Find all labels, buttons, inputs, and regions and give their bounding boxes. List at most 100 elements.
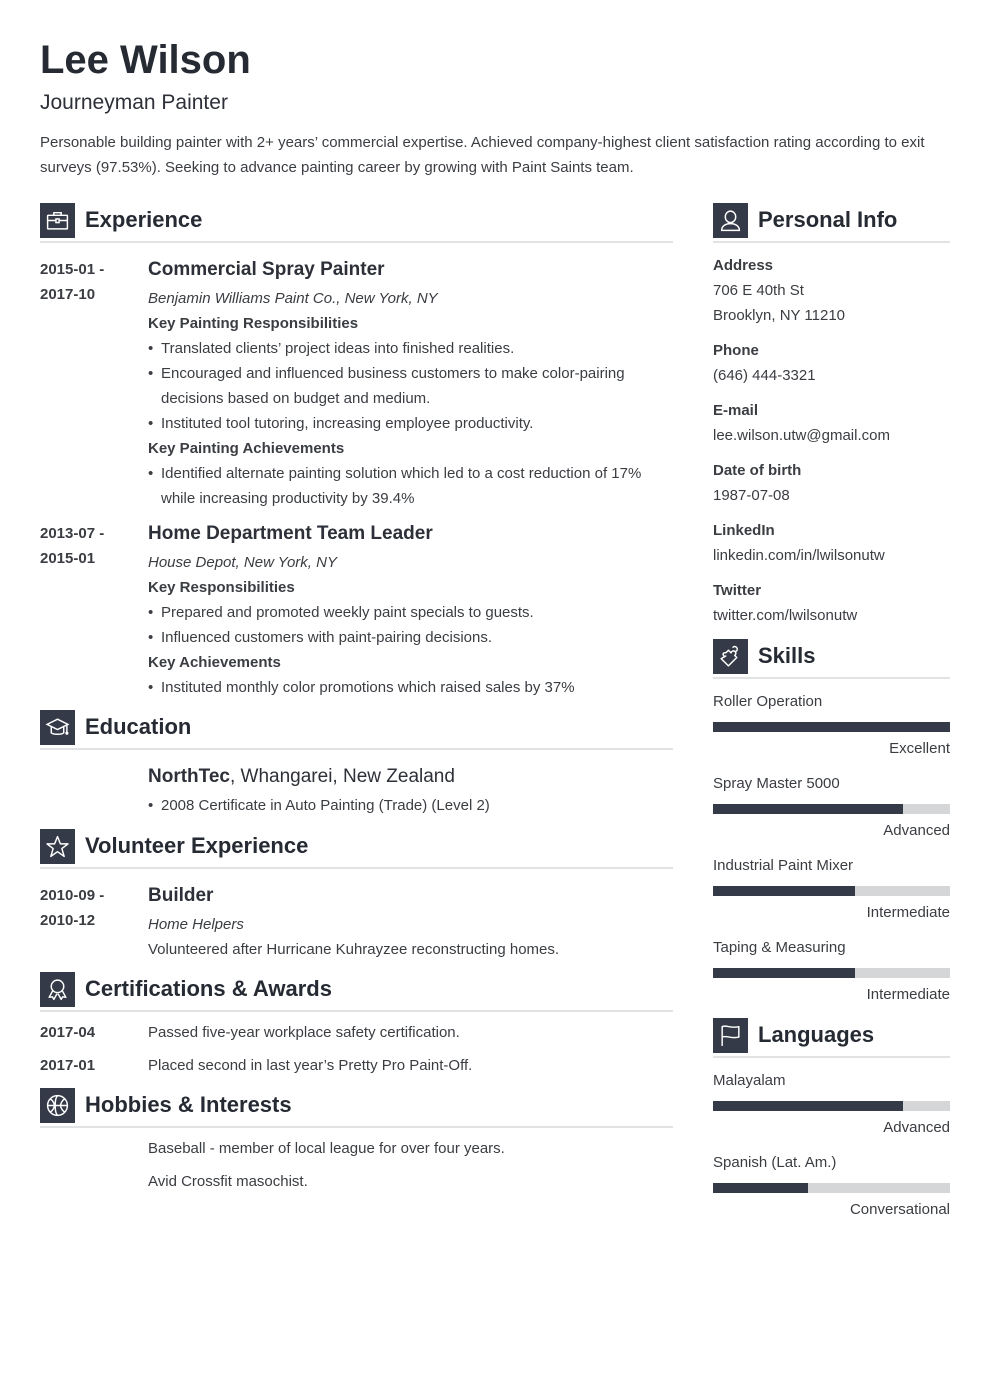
right-column: Personal Info Address 706 E 40th St Broo… [713, 202, 950, 1222]
language-item: Malayalam Advanced [713, 1068, 950, 1140]
section-title: Experience [85, 207, 203, 232]
company: Benjamin Williams Paint Co., New York, N… [148, 290, 438, 307]
skill-name: Roller Operation [713, 693, 823, 710]
certification-date: 2017-01 [40, 1057, 96, 1074]
job-title: Commercial Spray Painter [148, 259, 385, 280]
skills-list: Roller Operation Excellent Spray Master … [713, 689, 950, 1007]
achievements-list: Instituted monthly color promotions whic… [148, 675, 673, 700]
skill-level: Intermediate [866, 904, 950, 921]
section-header: Personal Info [713, 202, 950, 243]
skill-item: Taping & Measuring Intermediate [713, 935, 950, 1007]
experience-section: Experience 2015-01 - 2017-10 Commercial … [40, 202, 673, 700]
certifications-section: Certifications & Awards 2017-04 Passed f… [40, 971, 673, 1078]
section-header: Languages [713, 1017, 950, 1058]
language-bar [713, 1101, 950, 1111]
hobbies-section: Hobbies & Interests Baseball - member of… [40, 1087, 673, 1194]
section-title: Skills [758, 643, 816, 668]
section-header: Skills [713, 638, 950, 679]
dob-label: Date of birth [713, 462, 802, 479]
hobby-item: Baseball - member of local league for ov… [148, 1140, 505, 1157]
dob-value: 1987-07-08 [713, 487, 790, 504]
left-column: Experience 2015-01 - 2017-10 Commercial … [40, 202, 673, 1194]
skill-bar [713, 968, 950, 978]
volunteer-title: Builder [148, 885, 214, 906]
skill-bar-fill [713, 722, 950, 732]
section-header: Certifications & Awards [40, 971, 673, 1012]
award-ribbon-icon [40, 971, 75, 1007]
date-start: 2013-07 - [40, 525, 105, 542]
date-end: 2010-12 [40, 912, 96, 929]
hobby-item: Avid Crossfit masochist. [148, 1173, 308, 1190]
section-title: Volunteer Experience [85, 833, 309, 858]
personal-info-section: Personal Info Address 706 E 40th St Broo… [713, 202, 950, 628]
volunteer-section: Volunteer Experience 2010-09 - 2010-12 B… [40, 828, 673, 962]
job-title: Home Department Team Leader [148, 523, 433, 544]
graduation-cap-icon [40, 709, 75, 745]
language-name: Spanish (Lat. Am.) [713, 1154, 837, 1171]
skill-bar-fill [713, 804, 903, 814]
list-item: Identified alternate painting solution w… [148, 461, 673, 511]
skill-level: Excellent [889, 740, 950, 757]
list-item: Influenced customers with paint-pairing … [148, 625, 673, 650]
school-line: NorthTec, Whangarei, New Zealand [148, 764, 673, 790]
responsibilities-list: Translated clients’ project ideas into f… [148, 336, 673, 436]
linkedin-link[interactable]: linkedin.com/in/lwilsonutw [713, 543, 950, 568]
section-header: Education [40, 709, 673, 750]
list-item: Instituted monthly color promotions whic… [148, 675, 673, 700]
skill-name: Industrial Paint Mixer [713, 857, 854, 874]
school-name: NorthTec [148, 766, 230, 787]
phone-value[interactable]: (646) 444-3321 [713, 363, 950, 388]
language-level: Advanced [883, 1119, 950, 1136]
list-item: Translated clients’ project ideas into f… [148, 336, 673, 361]
subheading: Key Achievements [148, 654, 281, 671]
list-item: Instituted tool tutoring, increasing emp… [148, 411, 673, 436]
certification-text: Placed second in last year’s Pretty Pro … [148, 1057, 473, 1074]
date-start: 2010-09 - [40, 887, 105, 904]
skills-section: Skills Roller Operation Excellent Spray … [713, 638, 950, 1007]
language-level: Conversational [849, 1201, 950, 1218]
candidate-name: Lee Wilson [40, 38, 251, 82]
volunteer-org: Home Helpers [148, 916, 244, 933]
skill-level: Intermediate [866, 986, 950, 1003]
volunteer-description: Volunteered after Hurricane Kuhrayzee re… [148, 941, 560, 958]
certification-text: Passed five-year workplace safety certif… [148, 1024, 460, 1041]
language-item: Spanish (Lat. Am.) Conversational [713, 1150, 950, 1222]
date-end: 2017-10 [40, 286, 96, 303]
date-start: 2015-01 - [40, 261, 105, 278]
twitter-link[interactable]: twitter.com/lwilsonutw [713, 603, 950, 628]
briefcase-icon [40, 202, 75, 238]
job-title: Journeyman Painter [40, 91, 228, 114]
certification-item: 2017-01 Placed second in last year’s Pre… [40, 1053, 673, 1078]
email-label: E-mail [713, 402, 759, 419]
flag-icon [713, 1017, 748, 1053]
language-name: Malayalam [713, 1072, 786, 1089]
section-header: Experience [40, 202, 673, 243]
education-list: 2008 Certificate in Auto Painting (Trade… [148, 793, 673, 818]
puzzle-piece-icon [713, 638, 748, 674]
volunteer-entry: 2010-09 - 2010-12 Builder Home Helpers V… [40, 883, 673, 962]
section-header: Volunteer Experience [40, 828, 673, 869]
list-item: Prepared and promoted weekly paint speci… [148, 600, 673, 625]
language-bar [713, 1183, 950, 1193]
subheading: Key Painting Responsibilities [148, 315, 359, 332]
skill-bar [713, 722, 950, 732]
job-entry: 2015-01 - 2017-10 Commercial Spray Paint… [40, 257, 673, 511]
certification-date: 2017-04 [40, 1024, 96, 1041]
subheading: Key Responsibilities [148, 579, 295, 596]
email-value[interactable]: lee.wilson.utw@gmail.com [713, 423, 950, 448]
date-end: 2015-01 [40, 550, 96, 567]
section-title: Languages [758, 1022, 875, 1047]
skill-bar-fill [713, 968, 856, 978]
list-item: Encouraged and influenced business custo… [148, 361, 673, 411]
person-icon [713, 202, 748, 238]
skill-item: Spray Master 5000 Advanced [713, 771, 950, 843]
languages-section: Languages Malayalam Advanced Spanish (La… [713, 1017, 950, 1222]
address-line-1: 706 E 40th St [713, 282, 804, 299]
job-dates: 2015-01 - 2017-10 [40, 257, 148, 511]
achievements-list: Identified alternate painting solution w… [148, 461, 673, 511]
language-bar-fill [713, 1101, 903, 1111]
skill-bar-fill [713, 886, 856, 896]
skill-name: Taping & Measuring [713, 939, 846, 956]
resume-page: Lee Wilson Journeyman Painter Personable… [40, 36, 950, 1218]
volunteer-dates: 2010-09 - 2010-12 [40, 883, 148, 962]
